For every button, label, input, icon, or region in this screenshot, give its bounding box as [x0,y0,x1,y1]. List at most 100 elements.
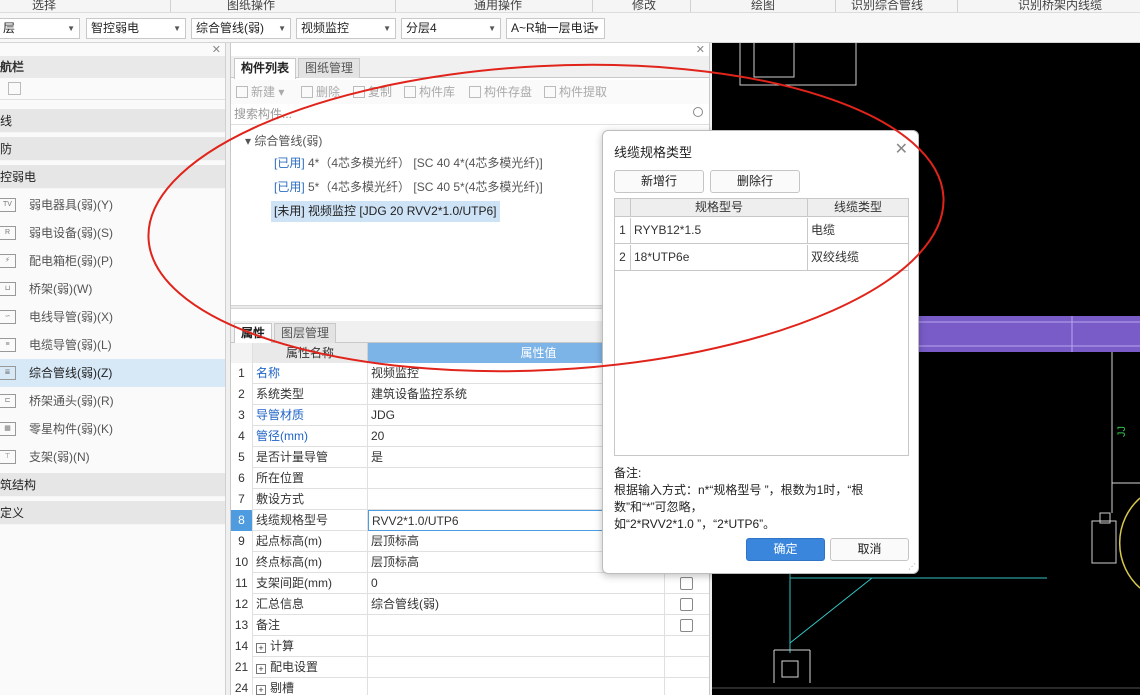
caret-down-icon: ▾ [245,134,255,148]
property-value[interactable]: 综合管线(弱) [368,594,665,615]
component-type-select[interactable]: 综合管线(弱) ▼ [191,18,291,39]
close-icon[interactable]: ✕ [212,43,221,56]
nav-item-weak-appliance[interactable]: TV 弱电器具(弱)(Y) [0,191,225,219]
delete-button[interactable]: 删除 [301,84,340,100]
nav-section-line[interactable]: 线 [0,109,225,133]
ribbon-separator [957,0,958,12]
ribbon-group-drawing[interactable]: 图纸操作 [227,0,275,12]
property-row[interactable]: 21 + 配电设置 [231,657,709,678]
table-row[interactable]: 2 18*UTP6e 双绞线缆 [615,245,908,271]
property-value[interactable] [368,636,665,657]
nav-item-label: 桥架(弱)(W) [29,282,93,296]
property-name: + 计算 [253,636,368,657]
property-name: 名称 [253,363,368,384]
component-library-button[interactable]: 构件库 [404,84,455,100]
property-name: 起点标高(m) [253,531,368,552]
tree-row[interactable]: [已用] 5*（4芯多模光纤） [SC 40 5*(4芯多模光纤)] [271,177,546,198]
property-name-label: 管径(mm) [256,429,308,443]
property-checkbox[interactable] [680,577,693,590]
tree-group-integrated-pipeline[interactable]: ▾ 综合管线(弱) [245,132,322,149]
nav-item-integrated-pipeline[interactable]: ≣ 综合管线(弱)(Z) [0,359,225,387]
nav-item-support[interactable]: ⊤ 支架(弱)(N) [0,443,225,471]
nav-item-weak-equipment[interactable]: R 弱电设备(弱)(S) [0,219,225,247]
property-value[interactable] [368,657,665,678]
layer-select[interactable]: 分层4 ▼ [401,18,501,39]
property-checkbox[interactable] [680,619,693,632]
property-value[interactable] [368,678,665,695]
ribbon-group-recognize-pipeline[interactable]: 识别综合管线 [851,0,923,12]
nav-item-tray-fitting[interactable]: ⊏ 桥架通头(弱)(R) [0,387,225,415]
cad-label: JJ [1116,426,1128,437]
property-row[interactable]: 24 + 剔槽 [231,678,709,695]
nav-item-cable-tray[interactable]: ⊔ 桥架(弱)(W) [0,275,225,303]
ribbon-group-recognize-cable[interactable]: 识别桥架内线缆 [1018,0,1102,12]
row-index: 1 [615,218,631,244]
search-icon[interactable] [693,107,703,117]
close-icon[interactable]: ✕ [895,139,908,159]
nav-item-misc-component[interactable]: ▦ 零星构件(弱)(K) [0,415,225,443]
note-title: 备注: [614,466,642,480]
cell-cable-type[interactable]: 电缆 [808,218,908,244]
drawing-select[interactable]: A~R轴一层电话 ▼ [506,18,605,39]
property-value[interactable] [368,615,665,636]
tab-layer-management[interactable]: 图层管理 [274,323,337,343]
ribbon-group-draw[interactable]: 绘图 [751,0,775,12]
ok-button[interactable]: 确定 [746,538,825,561]
property-row[interactable]: 14 + 计算 [231,636,709,657]
property-row[interactable]: 11 支架间距(mm) 0 [231,573,709,594]
tree-row-label: 4*（4芯多模光纤） [SC 40 4*(4芯多模光纤)] [304,156,543,170]
property-index: 3 [231,405,253,426]
property-row[interactable]: 13 备注 [231,615,709,636]
nav-item-wire-conduit[interactable]: ∽ 电线导管(弱)(X) [0,303,225,331]
property-row[interactable]: 12 汇总信息 综合管线(弱) [231,594,709,615]
property-name: 系统类型 [253,384,368,405]
expand-icon[interactable]: + [256,643,266,653]
cell-cable-type[interactable]: 双绞线缆 [808,245,908,271]
ribbon-group-general[interactable]: 通用操作 [474,0,522,12]
nav-section-fire[interactable]: 防 [0,137,225,161]
copy-button[interactable]: 复制 [353,84,392,100]
tree-row-selected[interactable]: [未用] 视频监控 [JDG 20 RVV2*1.0/UTP6] [271,201,500,222]
resize-grip-icon[interactable]: ⋰ [908,562,916,571]
chevron-down-icon: ▼ [278,24,286,33]
nav-section-custom[interactable]: 定义 [0,501,225,525]
new-button[interactable]: 新建 ▾ [236,84,284,100]
property-value[interactable]: 0 [368,573,665,594]
cancel-button[interactable]: 取消 [830,538,909,561]
tab-drawing-management[interactable]: 图纸管理 [298,58,361,78]
component-extract-button[interactable]: 构件提取 [544,84,607,100]
tab-component-list[interactable]: 构件列表 [234,58,297,79]
ribbon-group-modify[interactable]: 修改 [632,0,656,12]
component-save-button[interactable]: 构件存盘 [469,84,532,100]
property-index: 8 [231,510,253,531]
edit-icon[interactable] [8,82,21,95]
component-extract-label: 构件提取 [559,85,608,99]
nav-item-cable-conduit[interactable]: ≡ 电缆导管(弱)(L) [0,331,225,359]
nav-section-weak-current[interactable]: 控弱电 [0,165,225,189]
property-index: 10 [231,552,253,573]
property-name: 备注 [253,615,368,636]
nav-item-distribution-box[interactable]: ⚡ 配电箱柜(弱)(P) [0,247,225,275]
nav-section-structure[interactable]: 筑结构 [0,473,225,497]
property-index: 14 [231,636,253,657]
cell-model[interactable]: RYYB12*1.5 [631,218,808,244]
close-icon[interactable]: ✕ [696,43,705,56]
tree-row[interactable]: [已用] 4*（4芯多模光纤） [SC 40 4*(4芯多模光纤)] [271,153,546,174]
component-search-input[interactable]: 搜索构件... [231,105,709,125]
expand-icon[interactable]: + [256,664,266,674]
discipline-select[interactable]: 智控弱电 ▼ [86,18,186,39]
filter-toolbar: 层 ▼ 智控弱电 ▼ 综合管线(弱) ▼ 视频监控 ▼ 分层4 ▼ A~R轴一层电话 ▼ [0,13,1140,43]
tab-properties[interactable]: 属性 [234,323,273,344]
property-checkbox[interactable] [680,598,693,611]
property-name-label: 汇总信息 [256,597,305,611]
component-select[interactable]: 视频监控 ▼ [296,18,396,39]
table-row[interactable]: 1 RYYB12*1.5 电缆 [615,218,908,244]
cell-model[interactable]: 18*UTP6e [631,245,808,271]
ribbon-group-select[interactable]: 选择 [32,0,56,12]
delete-row-button[interactable]: 删除行 [710,170,800,193]
chevron-down-icon: ▼ [488,24,496,33]
expand-icon[interactable]: + [256,685,266,695]
add-row-button[interactable]: 新增行 [614,170,704,193]
floor-select[interactable]: 层 ▼ [0,18,80,39]
cable-conduit-icon: ≡ [0,338,16,352]
